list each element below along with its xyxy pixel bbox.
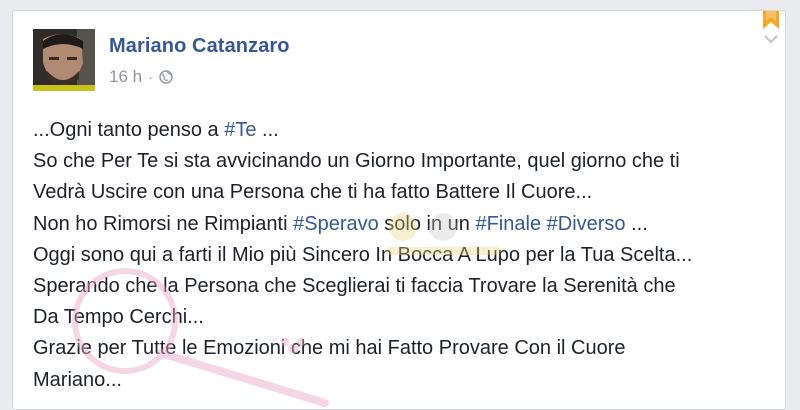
hashtag-link[interactable]: #Diverso	[547, 213, 626, 235]
post-line: Oggi sono qui a farti il Mio più Sincero…	[33, 243, 693, 266]
author-name[interactable]: Mariano Catanzaro	[109, 35, 290, 58]
hashtag-link[interactable]: #Speravo	[293, 213, 379, 235]
post-line: Vedrà Uscire con una Persona che ti ha f…	[33, 181, 593, 204]
hashtag-link[interactable]: #Finale	[475, 213, 541, 235]
post-line: Da Tempo Cerchi...	[33, 306, 204, 329]
post-meta: 16 h ·	[109, 67, 173, 87]
post-text: ...Ogni tanto penso a #Te ... So che Per…	[33, 115, 773, 396]
post-line: ...Ogni tanto penso a #Te ...	[33, 119, 279, 141]
post-timestamp[interactable]: 16 h	[109, 67, 142, 87]
avatar-image	[33, 29, 95, 91]
post-line: Non ho Rimorsi ne Rimpianti #Speravo sol…	[33, 212, 648, 235]
post-line: Mariano...	[33, 368, 122, 391]
post-line: So che Per Te si sta avvicinando un Gior…	[33, 150, 680, 173]
hashtag-link[interactable]: #Te	[224, 119, 256, 141]
post-card: Mariano Catanzaro 16 h · ...Ogni tanto p…	[12, 10, 786, 410]
chevron-down-icon[interactable]	[763, 33, 779, 45]
meta-separator: ·	[148, 69, 153, 85]
avatar[interactable]	[33, 29, 95, 91]
post-line: Grazie per Tutte le Emozioni che mi hai …	[33, 337, 626, 360]
globe-icon[interactable]	[159, 70, 173, 84]
bookmark-icon[interactable]	[761, 10, 781, 31]
post-line: Sperando che la Persona che Sceglierai t…	[33, 275, 676, 298]
